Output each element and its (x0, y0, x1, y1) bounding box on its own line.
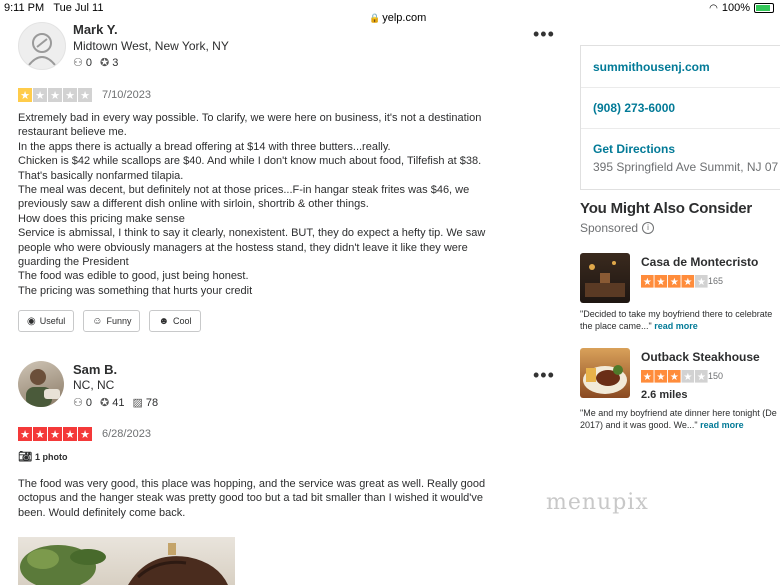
star-icon: ★ (78, 427, 92, 441)
user-location: NC, NC (73, 378, 115, 392)
star-icon: ★ (63, 427, 77, 441)
food-image (20, 543, 228, 585)
useful-button[interactable]: ◉ Useful (18, 310, 75, 332)
section-title: You Might Also Consider (580, 200, 753, 217)
star-icon: ★ (48, 88, 62, 102)
star-icon: ★ (33, 427, 47, 441)
photo-count-link[interactable]: 📷︎ 1 photo (18, 450, 67, 463)
business-info-card: summithousenj.com (908) 273-6000 Get Dir… (580, 45, 780, 190)
status-indicators: ◠ 100% (709, 2, 774, 14)
review-reactions: ◉ Useful ☺ Funny ☻ Cool (18, 310, 201, 332)
star-icon: ★ (654, 275, 668, 288)
star-icon: ★ (695, 275, 708, 288)
read-more-link[interactable]: read more (654, 321, 698, 331)
lock-icon: 🔒 (369, 13, 381, 23)
user-avatar[interactable] (18, 361, 64, 407)
friends-icon: ⚇ (73, 397, 83, 409)
divider (581, 87, 780, 88)
friends-count: 0 (85, 57, 92, 69)
review-photo[interactable] (18, 537, 235, 585)
battery-icon (754, 3, 774, 13)
sponsored-label: Sponsored i (580, 221, 655, 235)
website-link[interactable]: summithousenj.com (593, 60, 710, 74)
user-stats: ⚇ 0 ✪ 3 (73, 56, 118, 69)
review-count: 150 (708, 371, 724, 381)
reviews-icon: ✪ (100, 57, 110, 69)
camera-icon: 📷︎ (18, 451, 32, 463)
read-more-link[interactable]: read more (700, 420, 744, 430)
star-icon: ★ (18, 88, 32, 102)
star-rating: ★ ★ ★ ★ ★ (18, 427, 92, 441)
business-name[interactable]: Casa de Montecristo (641, 255, 758, 269)
business-distance: 2.6 miles (641, 389, 688, 401)
wifi-icon: ◠ (709, 2, 718, 14)
reviews-count: 41 (112, 397, 125, 409)
star-icon: ★ (78, 88, 92, 102)
friends-count: 0 (85, 397, 92, 409)
star-icon: ★ (641, 370, 654, 383)
reviews-count: 3 (112, 57, 119, 69)
user-stats: ⚇ 0 ✪ 41 ▨ 78 (73, 396, 158, 409)
user-name[interactable]: Sam B. (73, 362, 117, 377)
get-directions-link[interactable]: Get Directions (593, 142, 675, 156)
photos-icon: ▨ (132, 397, 143, 409)
photos-count: 78 (145, 397, 159, 409)
more-options-button[interactable]: ••• (533, 365, 555, 386)
star-rating: ★ ★ ★ ★ ★ (641, 370, 708, 383)
review-count: 165 (708, 276, 724, 286)
user-name[interactable]: Mark Y. (73, 22, 118, 37)
laugh-face-icon: ☺ (92, 315, 103, 327)
star-icon: ★ (48, 427, 62, 441)
user-avatar[interactable] (18, 22, 66, 70)
star-rating: ★ ★ ★ ★ ★ (641, 275, 708, 288)
funny-button[interactable]: ☺ Funny (83, 310, 141, 332)
star-rating: ★ ★ ★ ★ ★ (18, 88, 92, 102)
status-time: 9:11 PM Tue Jul 11 (4, 2, 104, 14)
battery-percent: 100% (721, 2, 750, 14)
lightbulb-icon: ◉ (27, 315, 36, 327)
more-options-button[interactable]: ••• (533, 24, 555, 45)
restaurant-interior-image (585, 261, 625, 297)
address-bar[interactable]: 🔒 yelp.com (369, 12, 426, 24)
review-text: Extremely bad in every way possible. To … (18, 112, 486, 297)
user-photo-icon (26, 369, 60, 407)
star-icon: ★ (681, 275, 695, 288)
star-icon: ★ (668, 370, 681, 383)
steak-plate-image (583, 365, 627, 394)
review-text: The food was very good, this place was h… (18, 478, 486, 519)
reviews-icon: ✪ (100, 397, 110, 409)
star-icon: ★ (33, 88, 47, 102)
cool-button[interactable]: ☻ Cool (149, 310, 201, 332)
business-quote: "Decided to take my boyfriend there to c… (580, 309, 773, 331)
watermark-logo: menupix (546, 490, 649, 515)
review-date: 7/10/2023 (102, 89, 151, 101)
star-icon: ★ (695, 370, 708, 383)
business-name[interactable]: Outback Steakhouse (641, 350, 760, 364)
star-icon: ★ (654, 370, 668, 383)
star-icon: ★ (63, 88, 77, 102)
business-thumbnail[interactable] (580, 253, 630, 303)
phone-link[interactable]: (908) 273-6000 (593, 101, 675, 115)
user-location: Midtown West, New York, NY (73, 39, 229, 53)
info-icon[interactable]: i (642, 222, 655, 234)
star-icon: ★ (18, 427, 32, 441)
sunglasses-face-icon: ☻ (158, 315, 170, 327)
divider (581, 128, 780, 129)
star-icon: ★ (668, 275, 681, 288)
business-quote: "Me and my boyfriend ate dinner here ton… (580, 408, 777, 430)
friends-icon: ⚇ (73, 57, 83, 69)
business-thumbnail[interactable] (580, 348, 630, 398)
business-address: 395 Springfield Ave Summit, NJ 07 (593, 160, 779, 174)
star-icon: ★ (681, 370, 695, 383)
review-date: 6/28/2023 (102, 428, 151, 440)
star-icon: ★ (641, 275, 654, 288)
default-avatar-icon (28, 33, 56, 66)
